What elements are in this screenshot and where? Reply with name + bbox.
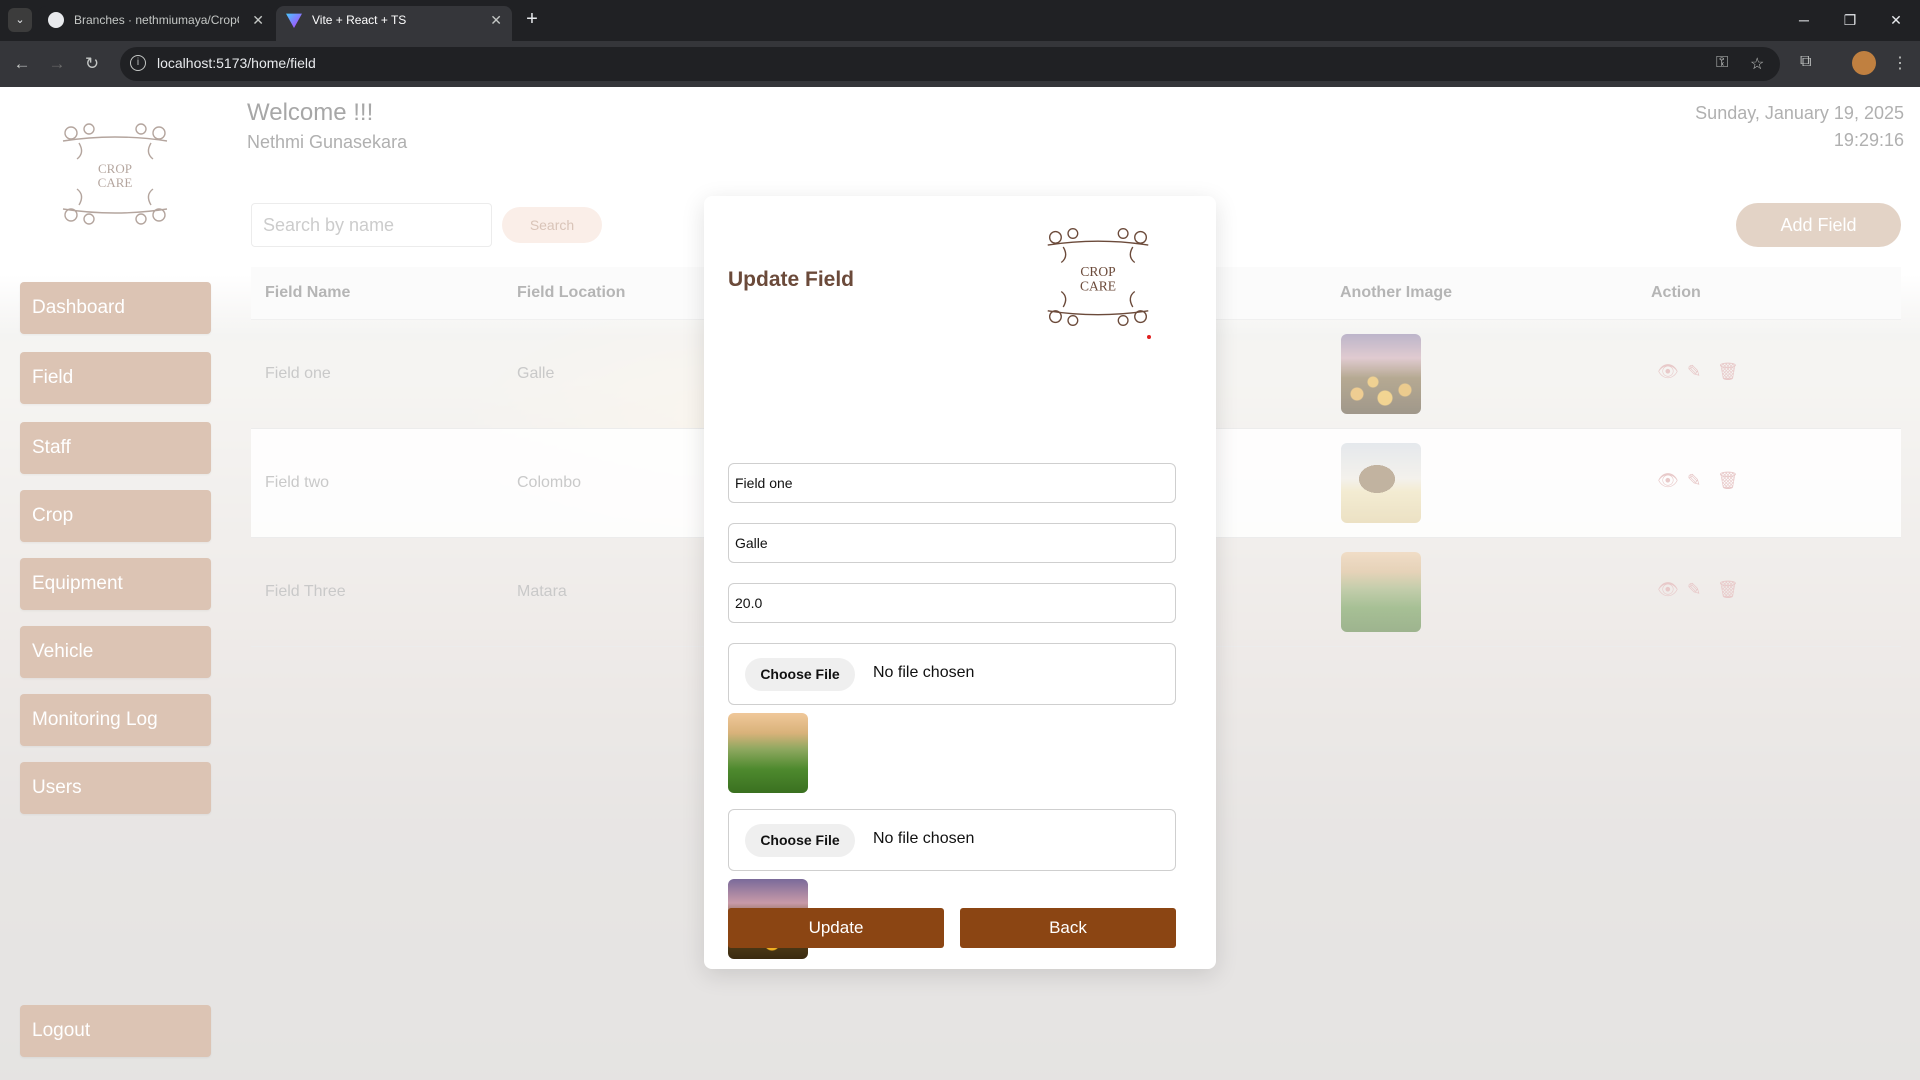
sidebar-item-vehicle[interactable]: Vehicle (20, 626, 211, 678)
column-header-action: Action (1651, 284, 1701, 301)
extensions-icon[interactable]: ⧉ (1800, 53, 1811, 71)
logout-button[interactable]: Logout (20, 1005, 211, 1057)
browser-tab-vite[interactable]: Vite + React + TS ✕ (276, 6, 512, 41)
column-header-field-name: Field Name (265, 284, 351, 301)
another-image-file-input[interactable]: Choose File No file chosen (728, 809, 1176, 871)
address-bar[interactable]: i localhost:5173/home/field ⚿ ☆ (120, 47, 1780, 81)
field-image-preview (728, 713, 808, 793)
tab-search-chevron-icon[interactable]: ⌄ (8, 8, 32, 32)
column-header-another-image: Another Image (1340, 284, 1453, 301)
no-file-label: No file chosen (873, 664, 975, 681)
field-size-input[interactable]: 20.0 (728, 583, 1176, 623)
reload-icon[interactable]: ↻ (81, 53, 103, 75)
site-info-icon[interactable]: i (130, 55, 146, 71)
password-key-icon[interactable]: ⚿ (1716, 54, 1728, 72)
restore-icon[interactable]: ❐ (1830, 8, 1870, 32)
update-button[interactable]: Update (728, 908, 944, 948)
search-button[interactable]: Search (502, 207, 602, 243)
browser-tab-bar: ⌄ Branches · nethmiumaya/CropC ✕ Vite + … (0, 0, 1920, 41)
tab-title: Branches · nethmiumaya/CropC (74, 13, 239, 27)
current-date: Sunday, January 19, 2025 (1695, 103, 1904, 123)
close-tab-icon[interactable]: ✕ (490, 6, 502, 35)
logo-text-care: CARE (1080, 279, 1116, 294)
field-image-file-input[interactable]: Choose File No file chosen (728, 643, 1176, 705)
update-field-modal: Update Field CROP CARE Field one Galle 2… (704, 196, 1216, 969)
cell-field-name: Field Three (265, 583, 346, 600)
delete-trash-icon[interactable]: 🗑 (1717, 471, 1739, 491)
sidebar-item-monitoring-log[interactable]: Monitoring Log (20, 694, 211, 746)
search-input[interactable]: Search by name (251, 203, 492, 247)
current-time: 19:29:16 (1833, 130, 1904, 150)
logo-text-crop: CROP (98, 161, 132, 176)
vite-icon (286, 13, 302, 28)
cell-field-location: Colombo (517, 474, 582, 491)
close-tab-icon[interactable]: ✕ (252, 6, 264, 35)
choose-file-button[interactable]: Choose File (745, 658, 855, 691)
view-eye-icon[interactable]: 👁 (1657, 471, 1679, 491)
sidebar: CROP CARE Dashboard Field Staff Crop Equ… (0, 87, 232, 1080)
crop-care-logo: CROP CARE (1040, 222, 1156, 332)
crop-care-logo: CROP CARE (55, 119, 175, 229)
delete-trash-icon[interactable]: 🗑 (1717, 362, 1739, 382)
url-text[interactable]: localhost:5173/home/field (157, 55, 316, 71)
status-dot (1147, 335, 1151, 339)
delete-trash-icon[interactable]: 🗑 (1717, 580, 1739, 600)
choose-file-button[interactable]: Choose File (745, 824, 855, 857)
sidebar-item-field[interactable]: Field (20, 352, 211, 404)
logo-text-crop: CROP (1080, 264, 1115, 279)
field-image-thumbnail (1341, 334, 1421, 414)
field-image-thumbnail (1341, 552, 1421, 632)
add-field-button[interactable]: Add Field (1736, 203, 1901, 247)
github-icon (48, 12, 64, 28)
kebab-menu-icon[interactable]: ⋮ (1892, 53, 1908, 73)
field-name-input[interactable]: Field one (728, 463, 1176, 503)
browser-tab-github[interactable]: Branches · nethmiumaya/CropC ✕ (38, 6, 274, 41)
edit-pencil-icon[interactable]: ✎ (1687, 471, 1701, 491)
minimize-icon[interactable]: ─ (1784, 8, 1824, 32)
sidebar-item-dashboard[interactable]: Dashboard (20, 282, 211, 334)
user-name: Nethmi Gunasekara (247, 132, 408, 152)
edit-pencil-icon[interactable]: ✎ (1687, 362, 1701, 382)
edit-pencil-icon[interactable]: ✎ (1687, 580, 1701, 600)
view-eye-icon[interactable]: 👁 (1657, 580, 1679, 600)
field-image-thumbnail (1341, 443, 1421, 523)
field-location-input[interactable]: Galle (728, 523, 1176, 563)
sidebar-item-equipment[interactable]: Equipment (20, 558, 211, 610)
sidebar-item-staff[interactable]: Staff (20, 422, 211, 474)
sidebar-item-crop[interactable]: Crop (20, 490, 211, 542)
new-tab-icon[interactable]: + (520, 8, 544, 32)
browser-toolbar: ← → ↻ i localhost:5173/home/field ⚿ ☆ ⧉ … (0, 41, 1920, 87)
cell-field-name: Field two (265, 474, 330, 491)
tab-title: Vite + React + TS (312, 13, 407, 27)
cell-field-location: Matara (517, 583, 567, 600)
no-file-label: No file chosen (873, 830, 975, 847)
forward-arrow-icon[interactable]: → (46, 53, 68, 75)
cell-field-name: Field one (265, 365, 331, 382)
modal-title: Update Field (728, 268, 855, 291)
logo-text-care: CARE (98, 175, 133, 190)
cell-field-location: Galle (517, 365, 555, 382)
sidebar-item-users[interactable]: Users (20, 762, 211, 814)
window-close-icon[interactable]: ✕ (1876, 8, 1916, 32)
view-eye-icon[interactable]: 👁 (1657, 362, 1679, 382)
bookmark-star-icon[interactable]: ☆ (1750, 54, 1764, 74)
column-header-field-location: Field Location (517, 284, 626, 301)
profile-avatar[interactable] (1852, 51, 1876, 75)
back-arrow-icon[interactable]: ← (11, 53, 33, 75)
back-button[interactable]: Back (960, 908, 1176, 948)
welcome-heading: Welcome !!! (247, 99, 374, 126)
